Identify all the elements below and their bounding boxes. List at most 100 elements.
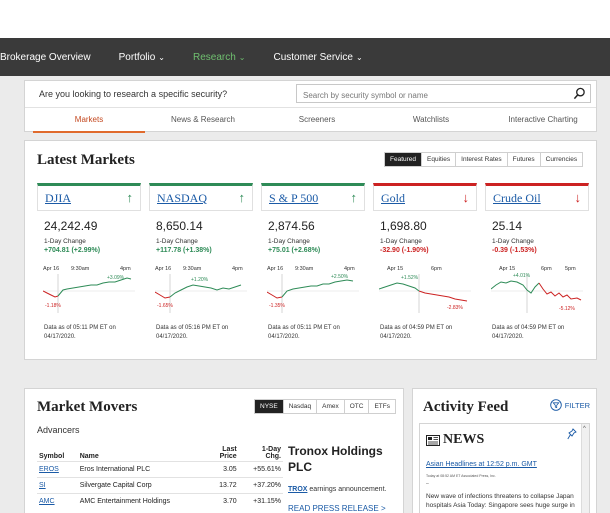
market-card-header: NASDAQ ↑ (149, 183, 253, 211)
intraday-sparkline: Apr 16 9:30am 4pm +2.50% -1.35% (267, 266, 359, 313)
news-heading: NEWS (426, 432, 484, 448)
market-value: 1,698.80 (380, 219, 427, 233)
filter-equities[interactable]: Equities (421, 153, 456, 166)
arrow-up-icon: ↑ (126, 190, 134, 205)
filter-interest-rates[interactable]: Interest Rates (455, 153, 507, 166)
news-separator: – (426, 481, 429, 487)
research-tabs: Markets News & Research Screeners Watchl… (25, 107, 596, 133)
last-price: 3.05 (208, 461, 239, 478)
market-value: 24,242.49 (44, 219, 98, 233)
symbol-link[interactable]: SI (39, 482, 46, 489)
arrow-down-icon: ↓ (574, 190, 582, 205)
filter-currencies[interactable]: Currencies (539, 153, 583, 166)
data-as-of: Data as of 04:59 PM ET on 04/17/2020. (380, 325, 453, 340)
symbol-link[interactable]: EROS (39, 466, 59, 473)
company-name: AMC Entertainment Holdings (77, 493, 209, 509)
featured-announcement: TROX earnings announcement. (288, 486, 386, 493)
featured-announcement-text: earnings announcement. (309, 486, 387, 493)
col-1day-change-line1: 1-Day (261, 446, 281, 453)
nav-label: Customer Service (273, 51, 353, 63)
pin-icon[interactable] (567, 428, 577, 440)
read-press-release-link[interactable]: READ PRESS RELEASE > (288, 504, 386, 513)
chart-tick-label: 4pm (120, 266, 131, 272)
exchange-otc[interactable]: OTC (343, 400, 369, 413)
nav-portfolio[interactable]: Portfolio ⌄ (105, 52, 179, 63)
data-as-of: Data as of 05:16 PM ET on 04/17/2020. (156, 325, 229, 340)
table-row: SI Silvergate Capital Corp 13.72 +37.20% (37, 477, 283, 494)
featured-symbol-link[interactable]: TROX (288, 486, 307, 493)
exchange-nyse[interactable]: NYSE (255, 400, 283, 413)
market-category-filters: Featured Equities Interest Rates Futures… (384, 152, 584, 167)
chart-tick-label: 5pm (565, 266, 576, 272)
tab-interactive-charting[interactable]: Interactive Charting (508, 115, 577, 124)
market-name-link[interactable]: Crude Oil (493, 191, 541, 206)
tab-news-research[interactable]: News & Research (171, 115, 235, 124)
market-card-sp500: S & P 500 ↑ 2,874.56 1-Day Change +75.01… (261, 183, 365, 351)
tab-markets[interactable]: Markets (75, 115, 103, 124)
news-meta: Today at 08:52 AM ET Associated Press, I… (426, 474, 496, 478)
market-name-link[interactable]: NASDAQ (157, 191, 207, 206)
latest-markets-panel: Latest Markets Featured Equities Interes… (24, 140, 597, 360)
day-change: +37.20% (238, 477, 283, 494)
chart-high-label: +4.01% (513, 273, 531, 279)
intraday-sparkline: Apr 16 9:30am 4pm +3.09% -1.18% (43, 266, 135, 313)
filter-futures[interactable]: Futures (506, 153, 540, 166)
market-change: +117.78 (+1.38%) (156, 247, 212, 254)
tab-screeners[interactable]: Screeners (299, 115, 335, 124)
search-icon[interactable] (573, 87, 586, 100)
chart-tick-label: 6pm (541, 266, 552, 272)
market-change: +75.01 (+2.68%) (268, 247, 321, 254)
filter-label: FILTER (564, 400, 590, 410)
research-panel: Are you looking to research a specific s… (24, 80, 597, 133)
security-search-input[interactable] (297, 87, 557, 104)
scroll-up-icon[interactable]: ^ (583, 426, 586, 432)
chart-tick-label: Apr 16 (155, 266, 171, 272)
filter-icon (549, 399, 562, 411)
exchange-etfs[interactable]: ETFs (368, 400, 395, 413)
tab-watchlists[interactable]: Watchlists (413, 115, 449, 124)
news-headline-link[interactable]: Asian Headlines at 12:52 p.m. GMT (426, 461, 537, 468)
chart-tick-label: Apr 16 (43, 266, 59, 272)
active-tab-indicator (33, 131, 145, 133)
market-name-link[interactable]: S & P 500 (269, 191, 318, 206)
chart-tick-label: 6pm (431, 266, 442, 272)
intraday-sparkline: Apr 16 9:30am 4pm +1.20% -1.65% (155, 266, 247, 313)
chart-low-label: -5.12% (559, 306, 575, 312)
chevron-right-icon: > (380, 504, 386, 513)
filter-featured[interactable]: Featured (385, 153, 422, 166)
symbol-link[interactable]: AMC (39, 498, 55, 505)
change-label: 1-Day Change (380, 238, 422, 245)
market-card-gold: Gold ↓ 1,698.80 1-Day Change -32.90 (-1.… (373, 183, 477, 351)
feed-filter-button[interactable]: FILTER (549, 399, 590, 411)
chart-high-label: +1.20% (191, 277, 209, 283)
market-name-link[interactable]: DJIA (45, 191, 71, 206)
exchange-nasdaq[interactable]: Nasdaq (282, 400, 317, 413)
exchange-amex[interactable]: Amex (316, 400, 344, 413)
nav-research[interactable]: Research ⌄ (179, 52, 260, 63)
chart-low-label: -2.83% (447, 305, 463, 311)
col-last-price-line2: Price (219, 453, 237, 460)
market-name-link[interactable]: Gold (381, 191, 405, 206)
chart-tick-label: 9:30am (295, 266, 314, 272)
exchange-filters: NYSE Nasdaq Amex OTC ETFs (254, 399, 396, 414)
data-as-of: Data as of 04:59 PM ET on 04/17/2020. (492, 325, 565, 340)
change-label: 1-Day Change (492, 238, 534, 245)
market-change: -0.39 (-1.53%) (492, 247, 537, 254)
feed-scrollbar[interactable]: ^ (581, 424, 589, 513)
last-price: 3.70 (208, 493, 239, 509)
market-value: 2,874.56 (268, 219, 315, 233)
chart-tick-label: Apr 15 (387, 266, 403, 272)
activity-feed-title: Activity Feed (423, 399, 509, 415)
company-name: Eros International PLC (77, 461, 209, 478)
last-price: 13.72 (208, 477, 239, 494)
nav-brokerage-overview[interactable]: Brokerage Overview (0, 52, 105, 63)
market-card-nasdaq: NASDAQ ↑ 8,650.14 1-Day Change +117.78 (… (149, 183, 253, 351)
nav-label: Research (192, 51, 236, 63)
nav-customer-service[interactable]: Customer Service ⌄ (260, 52, 377, 63)
market-movers-title: Market Movers (37, 399, 138, 415)
security-search-box (296, 84, 591, 104)
top-white-bar (0, 0, 610, 38)
data-as-of: Data as of 05:11 PM ET on 04/17/2020. (268, 325, 340, 340)
research-question: Are you looking to research a specific s… (39, 89, 228, 99)
col-symbol: Symbol (39, 453, 65, 460)
